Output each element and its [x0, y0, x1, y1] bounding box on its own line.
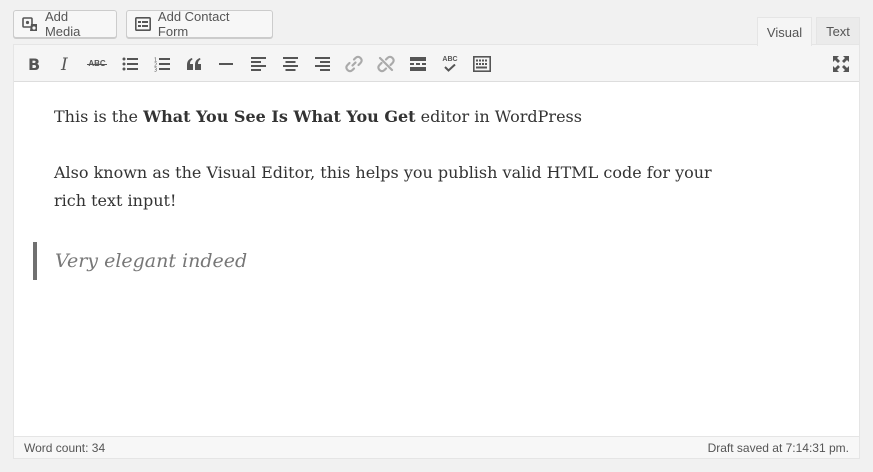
blockquote-button[interactable]	[180, 50, 208, 78]
insert-link-icon	[345, 55, 363, 73]
blockquote: Very elegant indeed	[33, 242, 247, 280]
spellcheck-button[interactable]: ABC	[436, 50, 464, 78]
tab-text-label: Text	[826, 24, 850, 39]
align-left-button[interactable]	[244, 50, 272, 78]
editor-content-area[interactable]: This is the What You See Is What You Get…	[14, 82, 859, 436]
bold-icon: B	[27, 56, 41, 72]
svg-text:I: I	[60, 56, 68, 72]
spellcheck-glyph: ABC	[442, 56, 458, 63]
paragraph-text: This is the	[54, 107, 144, 126]
horizontal-line-icon	[219, 62, 233, 66]
add-media-button[interactable]: Add Media	[13, 9, 117, 39]
bold-button[interactable]: B	[20, 50, 48, 78]
align-left-icon	[250, 57, 266, 71]
bulleted-list-icon	[122, 57, 138, 71]
editor-toolbar: B I ABC	[14, 45, 859, 82]
toolbar-toggle-icon	[473, 56, 491, 72]
editor-frame: B I ABC	[13, 44, 860, 459]
fullscreen-icon	[833, 56, 849, 72]
paragraph-text: editor in WordPress	[415, 107, 582, 126]
numbered-list-icon: 1 2 3	[154, 57, 170, 72]
italic-icon: I	[58, 56, 72, 72]
spellcheck-icon: ABC	[442, 56, 458, 72]
blockquote-text: Very elegant indeed	[55, 250, 248, 272]
svg-text:B: B	[28, 56, 40, 72]
add-contact-form-label: Add Contact Form	[157, 9, 230, 39]
add-media-label: Add Media	[44, 9, 81, 39]
fullscreen-button[interactable]	[827, 50, 855, 78]
remove-link-button[interactable]	[372, 50, 400, 78]
blockquote-icon	[186, 58, 202, 70]
read-more-icon	[410, 57, 426, 71]
tab-text[interactable]: Text	[816, 17, 860, 45]
tab-visual[interactable]: Visual	[757, 17, 812, 46]
draft-saved-status: Draft saved at 7:14:31 pm.	[707, 441, 849, 455]
add-contact-form-button[interactable]: Add Contact Form	[126, 9, 273, 39]
bulleted-list-button[interactable]	[116, 50, 144, 78]
align-center-button[interactable]	[276, 50, 304, 78]
horizontal-line-button[interactable]	[212, 50, 240, 78]
numbered-list-button[interactable]: 1 2 3	[148, 50, 176, 78]
align-right-button[interactable]	[308, 50, 336, 78]
tab-visual-label: Visual	[766, 24, 803, 40]
align-center-icon	[282, 57, 298, 71]
editor-status-bar: Word count: 34 Draft saved at 7:14:31 pm…	[14, 436, 859, 458]
form-icon	[134, 15, 152, 33]
remove-link-icon	[377, 55, 395, 73]
insert-link-button[interactable]	[340, 50, 368, 78]
align-right-icon	[314, 57, 330, 71]
strikethrough-icon: ABC	[87, 59, 107, 69]
italic-button[interactable]: I	[51, 50, 79, 78]
svg-text:3: 3	[154, 67, 157, 72]
paragraph-wysiwyg: This is the What You See Is What You Get…	[54, 103, 582, 131]
editor-wrapper: Add Media Add Contact Form Visual Text B	[0, 0, 873, 472]
paragraph-visual-editor: Also known as the Visual Editor, this he…	[54, 163, 712, 210]
read-more-button[interactable]	[404, 50, 432, 78]
strikethrough-button[interactable]: ABC	[83, 50, 111, 78]
word-count: Word count: 34	[24, 441, 106, 455]
media-icon	[21, 15, 39, 33]
toolbar-toggle-button[interactable]	[468, 50, 496, 78]
bold-text: What You See Is What You Get	[143, 107, 416, 126]
